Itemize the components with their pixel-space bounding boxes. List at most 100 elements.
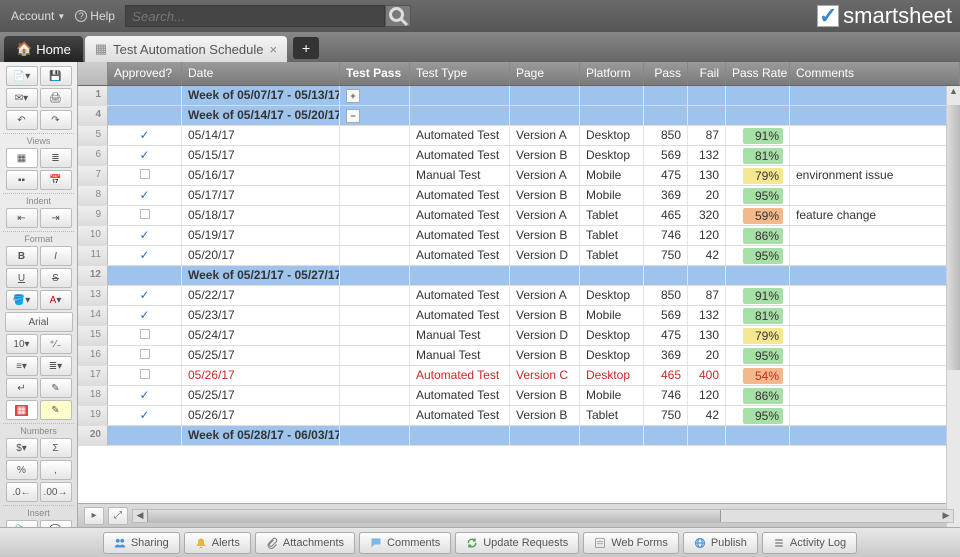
cell[interactable] bbox=[726, 106, 790, 125]
cell-pass[interactable]: 475 bbox=[644, 166, 688, 185]
cell-testtype[interactable]: Automated Test bbox=[410, 386, 510, 405]
cell-comments[interactable] bbox=[790, 186, 960, 205]
cell-approved[interactable]: ✓ bbox=[108, 146, 182, 165]
cell-pass[interactable]: 746 bbox=[644, 226, 688, 245]
col-platform[interactable]: Platform bbox=[580, 62, 644, 85]
cell-passrate[interactable]: 95% bbox=[726, 246, 790, 265]
cell-date[interactable]: 05/25/17 bbox=[182, 346, 340, 365]
dec-inc-btn[interactable]: .0← bbox=[6, 482, 38, 502]
cell-passrate[interactable]: 79% bbox=[726, 326, 790, 345]
scroll-thumb-h[interactable] bbox=[147, 510, 721, 522]
cell[interactable] bbox=[510, 86, 580, 105]
cell[interactable] bbox=[580, 86, 644, 105]
cell-platform[interactable]: Desktop bbox=[580, 326, 644, 345]
webforms-btn[interactable]: Web Forms bbox=[583, 532, 679, 554]
cell-page[interactable]: Version D bbox=[510, 246, 580, 265]
cell-passrate[interactable]: 95% bbox=[726, 186, 790, 205]
italic-btn[interactable]: I bbox=[40, 246, 72, 266]
scroll-right-icon[interactable]: ▶ bbox=[939, 510, 953, 522]
cell-platform[interactable]: Desktop bbox=[580, 126, 644, 145]
fx-btn[interactable]: Σ bbox=[40, 438, 72, 458]
table-row[interactable]: 13✓05/22/17Automated TestVersion ADeskto… bbox=[78, 286, 960, 306]
attach-btn[interactable]: 📎 bbox=[6, 520, 38, 527]
cell-page[interactable]: Version B bbox=[510, 406, 580, 425]
cell[interactable] bbox=[580, 266, 644, 285]
cell[interactable] bbox=[644, 106, 688, 125]
table-row[interactable]: 5✓05/14/17Automated TestVersion ADesktop… bbox=[78, 126, 960, 146]
cell-comments[interactable] bbox=[790, 286, 960, 305]
cell-date[interactable]: 05/16/17 bbox=[182, 166, 340, 185]
cell-platform[interactable]: Mobile bbox=[580, 166, 644, 185]
table-row[interactable]: 705/16/17Manual TestVersion AMobile47513… bbox=[78, 166, 960, 186]
size-select[interactable]: 10▾ bbox=[6, 334, 38, 354]
cell-fail[interactable]: 320 bbox=[688, 206, 726, 225]
cell-platform[interactable]: Mobile bbox=[580, 306, 644, 325]
cell-comments[interactable] bbox=[790, 226, 960, 245]
alerts-btn[interactable]: Alerts bbox=[184, 532, 251, 554]
cal-view-btn[interactable]: 📅 bbox=[40, 170, 72, 190]
cell-passrate[interactable]: 91% bbox=[726, 286, 790, 305]
help-link[interactable]: ? Help bbox=[75, 9, 115, 23]
percent-btn[interactable]: % bbox=[6, 460, 38, 480]
expand-icon[interactable]: − bbox=[346, 109, 360, 123]
cell-testpass[interactable] bbox=[340, 366, 410, 385]
grid-view-btn[interactable]: ▦ bbox=[6, 148, 38, 168]
cell-testpass[interactable] bbox=[340, 206, 410, 225]
cell-approved[interactable]: ✓ bbox=[108, 386, 182, 405]
cell[interactable] bbox=[790, 86, 960, 105]
cell-passrate[interactable]: 79% bbox=[726, 166, 790, 185]
cell-approved[interactable] bbox=[108, 166, 182, 185]
cell-approved[interactable] bbox=[108, 106, 182, 125]
cell-testtype[interactable]: Automated Test bbox=[410, 366, 510, 385]
cell-testtype[interactable]: Automated Test bbox=[410, 406, 510, 425]
font-select[interactable]: Arial bbox=[5, 312, 73, 332]
cell-testpass[interactable] bbox=[340, 326, 410, 345]
comma-btn[interactable]: , bbox=[40, 460, 72, 480]
cell-date[interactable]: 05/17/17 bbox=[182, 186, 340, 205]
cell-testpass[interactable] bbox=[340, 346, 410, 365]
cell[interactable] bbox=[790, 266, 960, 285]
cell-testpass[interactable] bbox=[340, 306, 410, 325]
table-row[interactable]: 8✓05/17/17Automated TestVersion BMobile3… bbox=[78, 186, 960, 206]
cell-page[interactable]: Version B bbox=[510, 226, 580, 245]
cell-date[interactable]: 05/26/17 bbox=[182, 366, 340, 385]
cell-testtype[interactable]: Automated Test bbox=[410, 226, 510, 245]
cell-passrate[interactable]: 86% bbox=[726, 386, 790, 405]
cell-comments[interactable] bbox=[790, 406, 960, 425]
cell-passrate[interactable]: 59% bbox=[726, 206, 790, 225]
cell-date[interactable]: Week of 05/07/17 - 05/13/17 bbox=[182, 86, 340, 105]
text-color-btn[interactable]: A▾ bbox=[40, 290, 72, 310]
cell-comments[interactable]: environment issue bbox=[790, 166, 960, 185]
cell-approved[interactable] bbox=[108, 326, 182, 345]
col-testtype[interactable]: Test Type bbox=[410, 62, 510, 85]
cell[interactable] bbox=[410, 266, 510, 285]
cell-pass[interactable]: 750 bbox=[644, 406, 688, 425]
cell-comments[interactable] bbox=[790, 346, 960, 365]
table-row[interactable]: 905/18/17Automated TestVersion ATablet46… bbox=[78, 206, 960, 226]
cell-passrate[interactable]: 81% bbox=[726, 306, 790, 325]
cell-fail[interactable]: 87 bbox=[688, 126, 726, 145]
table-row[interactable]: 1705/26/17Automated TestVersion CDesktop… bbox=[78, 366, 960, 386]
cell-platform[interactable]: Desktop bbox=[580, 366, 644, 385]
add-tab-button[interactable]: + bbox=[293, 37, 319, 59]
scroll-thumb-v[interactable] bbox=[947, 105, 960, 370]
col-testpass[interactable]: Test Pass bbox=[340, 62, 410, 85]
cell-page[interactable]: Version D bbox=[510, 326, 580, 345]
table-row[interactable]: 1605/25/17Manual TestVersion BDesktop369… bbox=[78, 346, 960, 366]
cell-date[interactable]: Week of 05/21/17 - 05/27/17 bbox=[182, 266, 340, 285]
cell[interactable] bbox=[726, 86, 790, 105]
cell-fail[interactable]: 20 bbox=[688, 346, 726, 365]
cell[interactable] bbox=[510, 106, 580, 125]
cell-approved[interactable]: ✓ bbox=[108, 286, 182, 305]
col-comments[interactable]: Comments bbox=[790, 62, 960, 85]
col-approved[interactable]: Approved? bbox=[108, 62, 182, 85]
cell-passrate[interactable]: 86% bbox=[726, 226, 790, 245]
cell-testpass[interactable] bbox=[340, 186, 410, 205]
cell-page[interactable]: Version A bbox=[510, 286, 580, 305]
size-inc-btn[interactable]: ⁺⁄₋ bbox=[40, 334, 72, 354]
cell-platform[interactable]: Mobile bbox=[580, 386, 644, 405]
cell-fail[interactable]: 42 bbox=[688, 406, 726, 425]
cell[interactable] bbox=[688, 266, 726, 285]
table-row[interactable]: 1505/24/17Manual TestVersion DDesktop475… bbox=[78, 326, 960, 346]
col-page[interactable]: Page bbox=[510, 62, 580, 85]
